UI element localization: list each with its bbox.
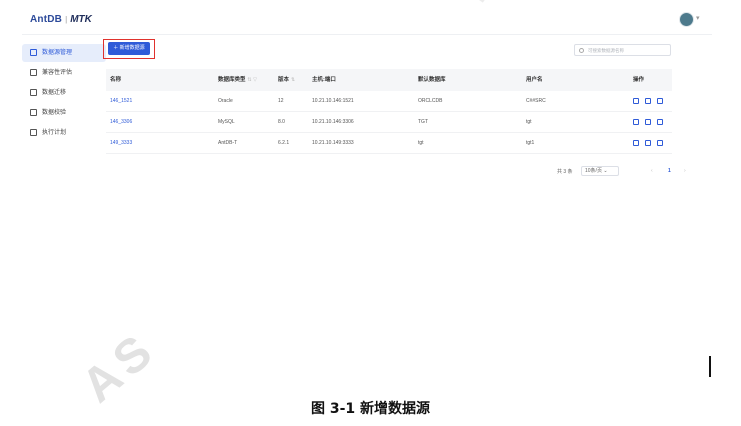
cell-db: ORCLCDB: [418, 98, 443, 104]
watermark-stroke: [433, 0, 487, 3]
search-icon: [579, 48, 584, 53]
cell-host: 10.21.10.146:3306: [312, 119, 354, 125]
copy-icon: [30, 109, 37, 116]
search-placeholder: 可搜索数据源名称: [588, 48, 624, 53]
datasource-name-link[interactable]: 149_3333: [110, 133, 132, 153]
column-header: 主机:端口: [312, 77, 336, 83]
table-row: 146_3306 MySQL 8.0 10.21.10.146:3306 TGT…: [106, 112, 672, 133]
next-page-button[interactable]: ›: [684, 168, 686, 174]
datasource-table: 名称 数据库类型 ⇅ ▽ 版本 ⇅ 主机:端口 默认数据库 用户名 操作 146_1…: [106, 69, 672, 154]
cell-type: AntDB-T: [218, 140, 238, 146]
sidebar-item-label: 数据校验: [42, 110, 67, 116]
link-icon[interactable]: [645, 118, 651, 125]
table-row: 149_3333 AntDB-T 6.2.1 10.21.10.149:3333…: [106, 133, 672, 154]
cell-type: MySQL: [218, 119, 235, 125]
sidebar-item-label: 数据源管理: [42, 50, 73, 56]
pagination-total: 共 3 条: [557, 169, 573, 175]
prev-page-button[interactable]: ‹: [651, 168, 653, 174]
link-icon[interactable]: [645, 139, 651, 146]
column-header[interactable]: 版本 ⇅: [278, 69, 295, 91]
figure-caption: 图 3-1 新增数据源: [310, 401, 431, 417]
cell-host: 10.21.10.146:1521: [312, 98, 354, 104]
sidebar: 数据源管理 兼容性评估 数据迁移 数据校验 执行计划: [22, 44, 106, 144]
column-header[interactable]: 数据库类型 ⇅ ▽: [218, 69, 257, 91]
column-header: 用户名: [526, 77, 543, 83]
sort-icon[interactable]: ⇅ ▽: [248, 77, 257, 83]
datasource-name-link[interactable]: 146_3306: [110, 112, 132, 132]
cell-type: Oracle: [218, 98, 233, 104]
edit-icon[interactable]: [633, 97, 639, 104]
cell-version: 8.0: [278, 119, 285, 125]
edit-icon[interactable]: [633, 139, 639, 146]
cell-version: 6.2.1: [278, 140, 290, 146]
cell-user: C##SRC: [526, 98, 546, 104]
cell-user: tgt1: [526, 140, 535, 146]
sidebar-item-label: 兼容性评估: [42, 70, 73, 76]
logo: AntDB | MTK: [30, 14, 92, 25]
calendar-icon: [30, 129, 37, 136]
database-icon: [30, 49, 37, 56]
column-header: 操作: [633, 77, 645, 83]
cell-host: 10.21.10.149:3333: [312, 140, 354, 146]
row-actions: [633, 133, 669, 153]
sort-icon[interactable]: ⇅: [291, 77, 295, 83]
top-bar: AntDB | MTK ▾: [22, 6, 712, 35]
link-icon[interactable]: [645, 97, 651, 104]
sidebar-item-plan[interactable]: 执行计划: [22, 124, 106, 142]
column-header: 默认数据库: [418, 77, 446, 83]
delete-icon[interactable]: [657, 139, 663, 146]
table-header: 名称 数据库类型 ⇅ ▽ 版本 ⇅ 主机:端口 默认数据库 用户名 操作: [106, 69, 672, 91]
sidebar-item-verify[interactable]: 数据校验: [22, 104, 106, 122]
page-size-select[interactable]: 10条/页 ⌄: [581, 166, 619, 176]
chevron-down-icon[interactable]: ▾: [696, 14, 700, 22]
sidebar-item-label: 数据迁移: [42, 90, 67, 96]
column-header: 名称: [110, 77, 122, 83]
delete-icon[interactable]: [657, 97, 663, 104]
delete-icon[interactable]: [657, 118, 663, 125]
row-actions: [633, 91, 669, 111]
add-datasource-button[interactable]: ＋ 新增数据源: [108, 42, 150, 55]
report-icon: [30, 69, 37, 76]
sidebar-item-label: 执行计划: [42, 130, 67, 136]
row-actions: [633, 112, 669, 132]
text-cursor: [709, 356, 711, 377]
table-row: 146_1521 Oracle 12 10.21.10.146:1521 ORC…: [106, 91, 672, 112]
sidebar-item-compatibility[interactable]: 兼容性评估: [22, 64, 106, 82]
avatar[interactable]: [679, 12, 694, 27]
cell-version: 12: [278, 98, 284, 104]
sidebar-item-migration[interactable]: 数据迁移: [22, 84, 106, 102]
cell-db: TGT: [418, 119, 428, 125]
sidebar-item-datasource[interactable]: 数据源管理: [22, 44, 106, 62]
cell-user: tgt: [526, 119, 532, 125]
page-number[interactable]: 1: [668, 168, 671, 174]
cell-db: tgt: [418, 140, 424, 146]
edit-icon[interactable]: [633, 118, 639, 125]
search-input[interactable]: 可搜索数据源名称: [574, 44, 671, 56]
datasource-name-link[interactable]: 146_1521: [110, 91, 132, 111]
folder-icon: [30, 89, 37, 96]
